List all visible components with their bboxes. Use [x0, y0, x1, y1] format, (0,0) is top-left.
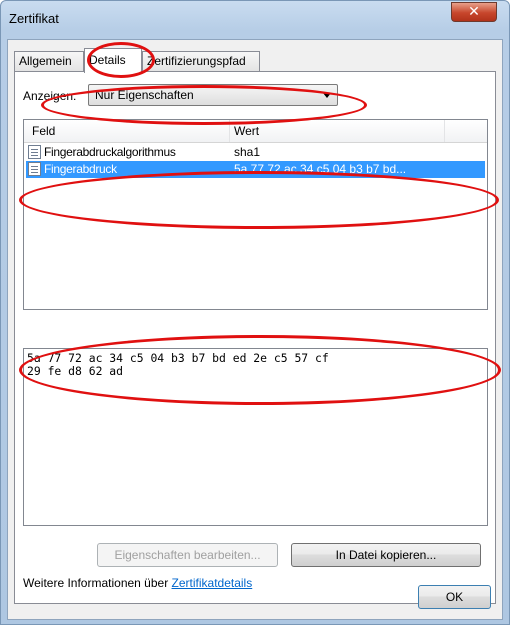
close-button[interactable]: ✕: [451, 2, 497, 22]
dropdown-arrow-icon: [323, 93, 331, 98]
tab-certification-path[interactable]: Zertifizierungspfad: [142, 51, 260, 71]
row-value: sha1: [234, 145, 261, 159]
tab-general[interactable]: Allgemein: [14, 51, 84, 71]
column-separator[interactable]: [444, 120, 445, 142]
list-row[interactable]: Fingerabdruckalgorithmus sha1: [26, 144, 485, 161]
details-panel: Anzeigen: Nur Eigenschaften Feld Wert Fi…: [14, 71, 496, 604]
certificate-dialog: Zertifikat ✕ Allgemein Details Zertifizi…: [0, 0, 510, 625]
row-value: 5a 77 72 ac 34 c5 04 b3 b7 bd...: [234, 162, 407, 176]
list-row-selected[interactable]: Fingerabdruck 5a 77 72 ac 34 c5 04 b3 b7…: [26, 161, 485, 178]
column-separator[interactable]: [229, 120, 230, 142]
ok-button[interactable]: OK: [418, 585, 491, 609]
certificate-details-link[interactable]: Zertifikatdetails: [172, 576, 253, 590]
column-header-value[interactable]: Wert: [234, 124, 259, 138]
show-label: Anzeigen:: [23, 89, 77, 103]
close-icon: ✕: [468, 4, 480, 20]
row-field: Fingerabdruck: [44, 162, 117, 176]
show-dropdown-value: Nur Eigenschaften: [95, 88, 194, 102]
window-title: Zertifikat: [9, 11, 59, 26]
column-header-field[interactable]: Feld: [32, 124, 55, 138]
more-info-text: Weitere Informationen über Zertifikatdet…: [23, 576, 252, 590]
edit-properties-button[interactable]: Eigenschaften bearbeiten...: [97, 543, 278, 567]
more-info-label: Weitere Informationen über: [23, 576, 172, 590]
fields-list[interactable]: Feld Wert Fingerabdruckalgorithmus sha1 …: [23, 119, 488, 310]
value-textbox[interactable]: 5a 77 72 ac 34 c5 04 b3 b7 bd ed 2e c5 5…: [23, 348, 488, 526]
row-field: Fingerabdruckalgorithmus: [44, 145, 176, 159]
property-icon: [28, 145, 41, 159]
list-header: Feld Wert: [24, 120, 487, 143]
tab-details[interactable]: Details: [84, 48, 142, 73]
show-dropdown[interactable]: Nur Eigenschaften: [88, 84, 338, 106]
title-bar[interactable]: Zertifikat ✕: [1, 1, 509, 39]
property-icon: [28, 162, 41, 176]
dialog-client-area: Allgemein Details Zertifizierungspfad An…: [7, 39, 503, 620]
copy-to-file-button[interactable]: In Datei kopieren...: [291, 543, 481, 567]
